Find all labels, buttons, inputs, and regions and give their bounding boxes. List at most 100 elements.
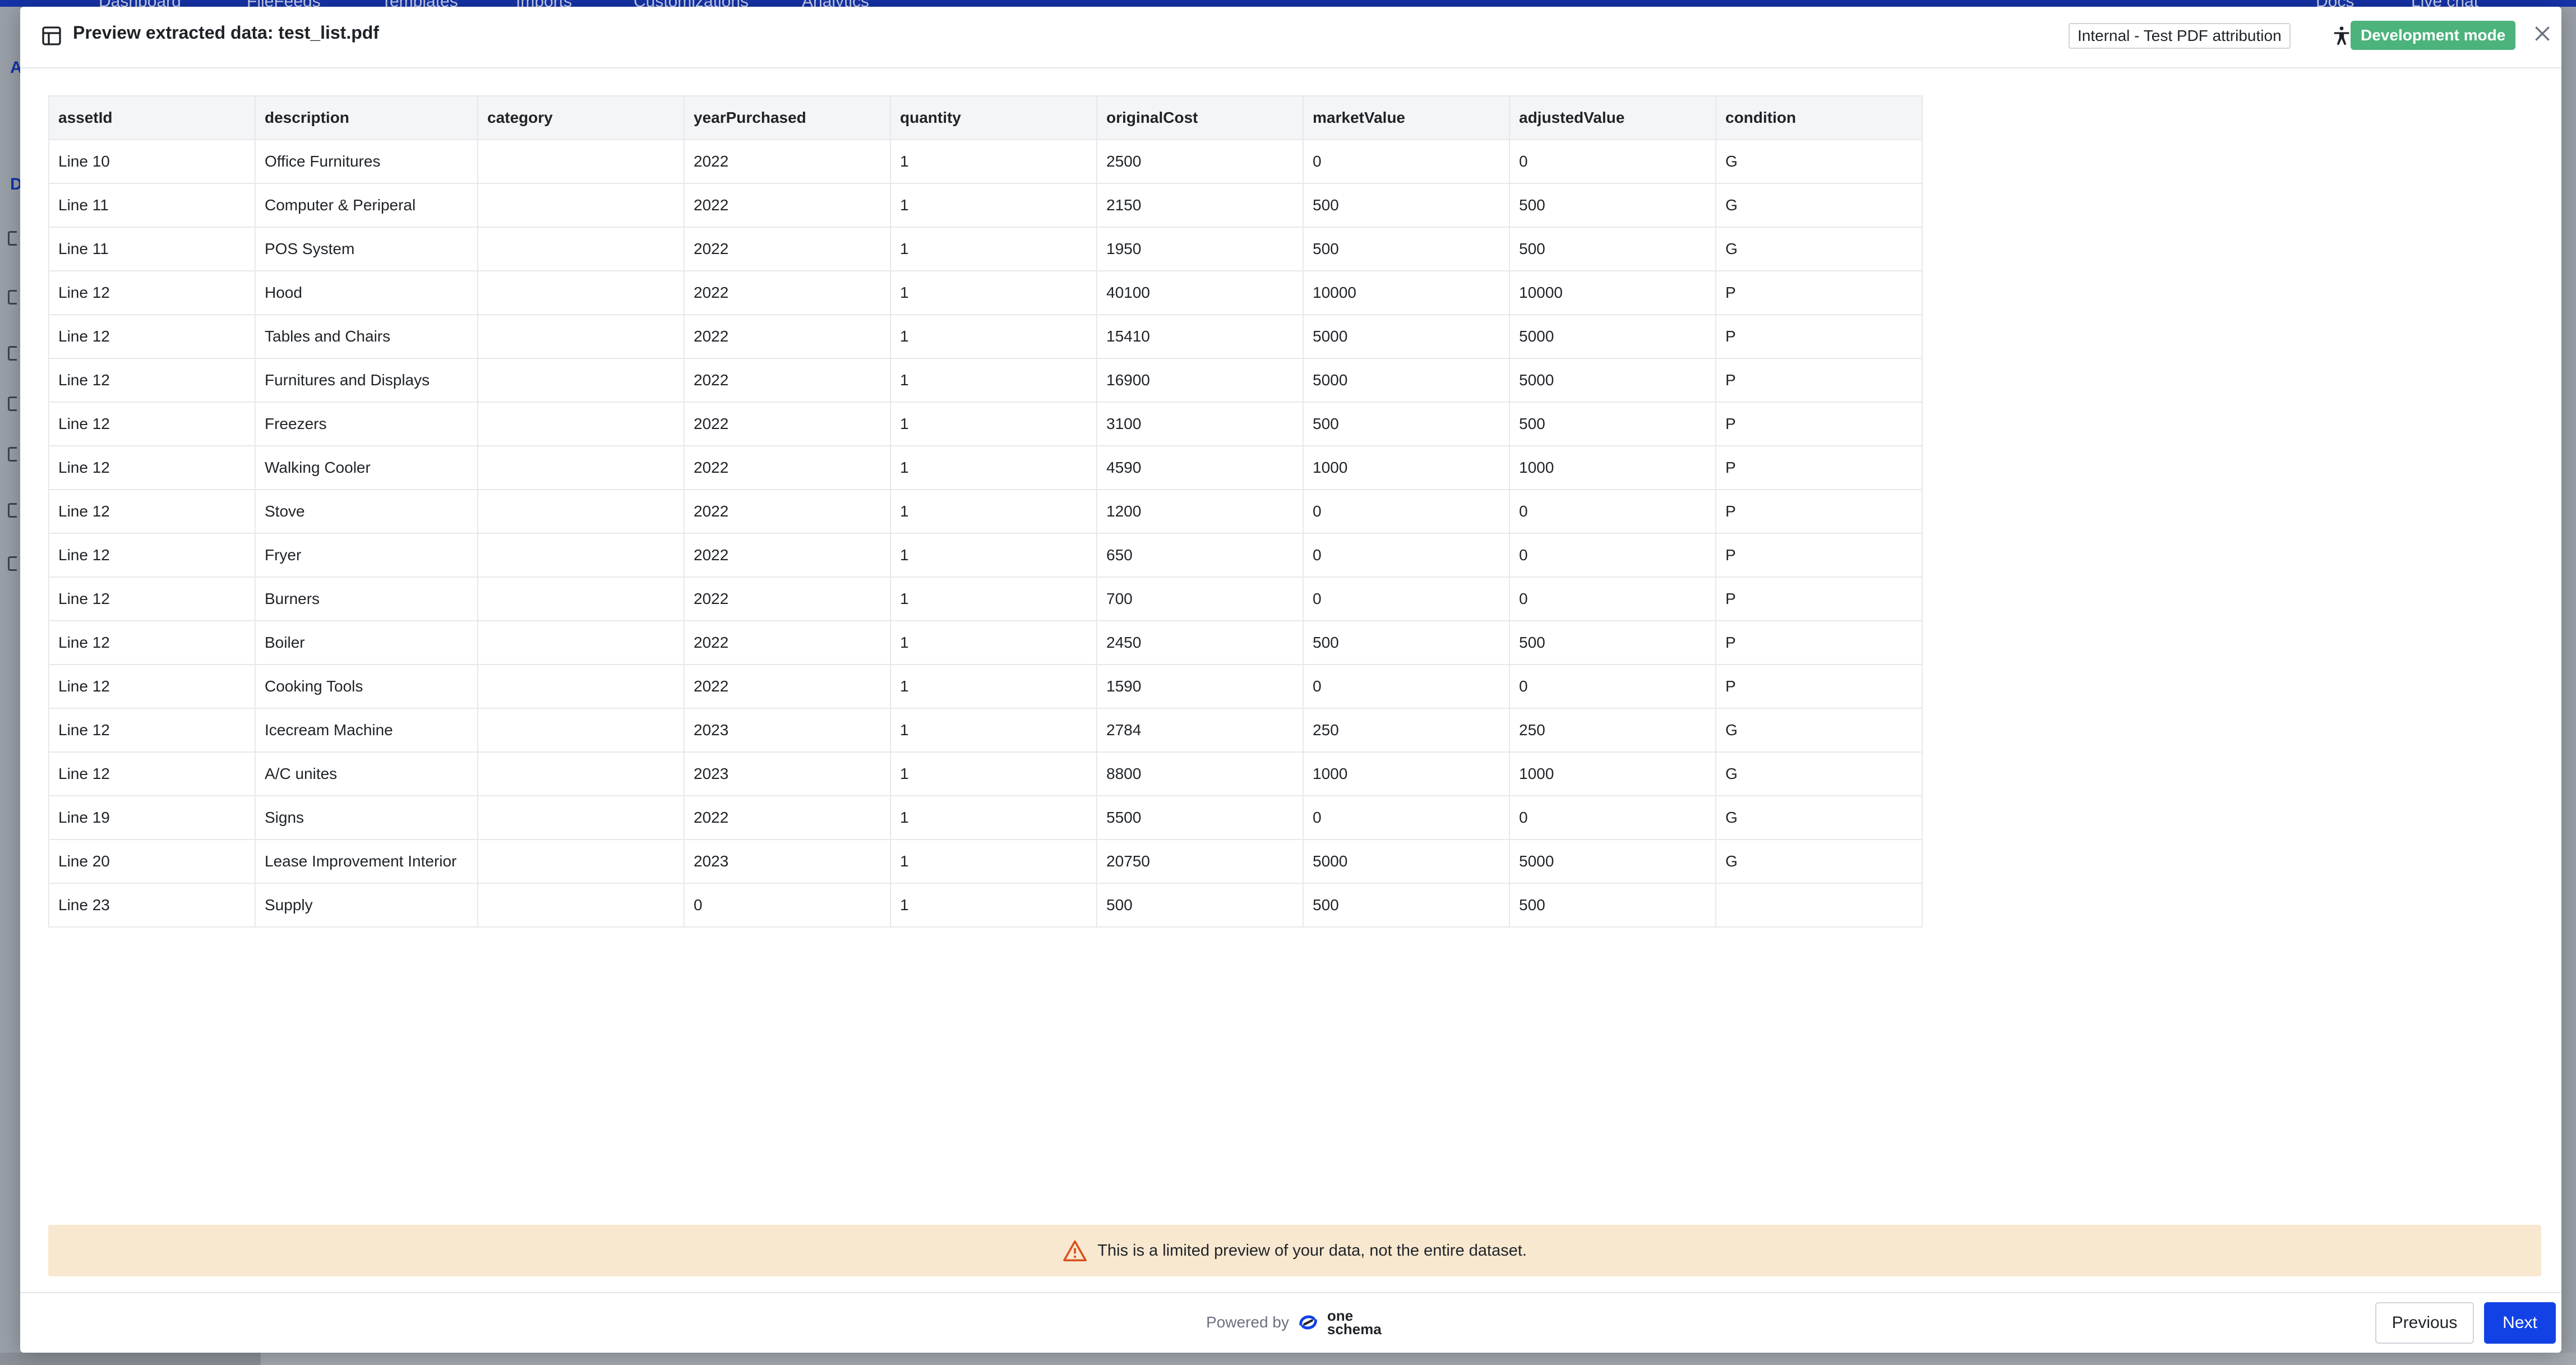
table-row: Line 10 Office Furnitures 2022 1 2500 0 0 G [48, 139, 1923, 184]
table-cell-assetId: Line 11 [48, 183, 256, 228]
table-row: Line 12 Furnitures and Displays 2022 1 16900… [48, 358, 1923, 403]
table-cell-marketValue: 500 [1303, 227, 1510, 271]
table-row: Line 12 Freezers 2022 1 3100 500 500 P [48, 402, 1923, 446]
table-cell-description: Walking Cooler [255, 445, 478, 490]
table-cell-marketValue: 10000 [1303, 270, 1510, 315]
table-cell-yearPurchased: 2022 [684, 314, 891, 359]
table-row: Line 12 Boiler 2022 1 2450 500 500 P [48, 620, 1923, 665]
table-cell-marketValue: 250 [1303, 708, 1510, 753]
table-cell-description: Tables and Chairs [255, 314, 478, 359]
table-cell-originalCost: 500 [1096, 883, 1304, 928]
table-header-row: assetId description category yearPurchased q… [48, 95, 1923, 140]
table-body: Line 10 Office Furnitures 2022 1 2500 0 0 G Line… [48, 139, 1923, 928]
table-cell-quantity: 1 [890, 795, 1097, 840]
table-cell-category [477, 358, 685, 403]
table-cell-quantity: 1 [890, 402, 1097, 446]
table-cell-marketValue: 500 [1303, 620, 1510, 665]
background-nav-item: Customizations [634, 0, 749, 7]
close-icon[interactable] [2531, 22, 2554, 45]
table-cell-category [477, 227, 685, 271]
table-cell-yearPurchased: 2022 [684, 577, 891, 621]
table-cell-category [477, 751, 685, 796]
column-header-assetId: assetId [48, 95, 256, 140]
table-cell-description: Signs [255, 795, 478, 840]
table-cell-quantity: 1 [890, 883, 1097, 928]
preview-table: assetId description category yearPurchased q… [48, 95, 1923, 928]
table-cell-description: Office Furnitures [255, 139, 478, 184]
table-row: Line 12 Tables and Chairs 2022 1 15410 5000 50… [48, 314, 1923, 359]
table-cell-yearPurchased: 2022 [684, 620, 891, 665]
table-cell-description: Computer & Periperal [255, 183, 478, 228]
development-mode-badge: Development mode [2351, 21, 2516, 50]
table-cell-category [477, 708, 685, 753]
background-nav-item: Analytics [802, 0, 869, 7]
table-cell-originalCost: 40100 [1096, 270, 1304, 315]
table-cell-quantity: 1 [890, 358, 1097, 403]
table-cell-category [477, 402, 685, 446]
table-cell-condition: P [1715, 445, 1923, 490]
table-cell-originalCost: 8800 [1096, 751, 1304, 796]
table-cell-description: Icecream Machine [255, 708, 478, 753]
table-cell-marketValue: 0 [1303, 664, 1510, 709]
table-cell-yearPurchased: 2022 [684, 795, 891, 840]
table-cell-assetId: Line 11 [48, 227, 256, 271]
preview-table-container: assetId description category yearPurchased q… [48, 95, 1923, 928]
table-cell-condition: G [1715, 139, 1923, 184]
logo-text-line2: schema [1327, 1321, 1382, 1338]
preview-modal: Preview extracted data: test_list.pdf In… [20, 7, 2561, 1353]
background-sidebar-icon [8, 396, 17, 411]
table-cell-marketValue: 1000 [1303, 751, 1510, 796]
background-nav-item: Templates [381, 0, 458, 7]
background-nav-item: Dashboard [99, 0, 181, 7]
background-nav-item: Live chat [2411, 0, 2478, 7]
table-cell-category [477, 183, 685, 228]
table-cell-category [477, 314, 685, 359]
table-cell-originalCost: 2784 [1096, 708, 1304, 753]
table-cell-assetId: Line 12 [48, 489, 256, 534]
table-cell-description: A/C unites [255, 751, 478, 796]
table-cell-condition: P [1715, 620, 1923, 665]
table-cell-assetId: Line 12 [48, 270, 256, 315]
table-cell-marketValue: 0 [1303, 489, 1510, 534]
table-cell-assetId: Line 20 [48, 839, 256, 884]
table-cell-yearPurchased: 2022 [684, 402, 891, 446]
table-cell-yearPurchased: 2022 [684, 183, 891, 228]
background-nav-item: FileFeeds [247, 0, 321, 7]
table-cell-adjustedValue: 0 [1509, 533, 1716, 578]
table-cell-yearPurchased: 0 [684, 883, 891, 928]
modal-header: Preview extracted data: test_list.pdf In… [20, 7, 2561, 68]
table-cell-originalCost: 16900 [1096, 358, 1304, 403]
table-cell-description: Burners [255, 577, 478, 621]
table-row: Line 12 Stove 2022 1 1200 0 0 P [48, 489, 1923, 534]
table-cell-category [477, 795, 685, 840]
background-sidebar-icon [8, 556, 17, 571]
table-cell-category [477, 839, 685, 884]
table-cell-description: Lease Improvement Interior [255, 839, 478, 884]
table-cell-marketValue: 0 [1303, 577, 1510, 621]
table-row: Line 19 Signs 2022 1 5500 0 0 G [48, 795, 1923, 840]
table-cell-originalCost: 2150 [1096, 183, 1304, 228]
table-cell-condition: P [1715, 270, 1923, 315]
table-cell-condition: G [1715, 839, 1923, 884]
table-cell-originalCost: 2450 [1096, 620, 1304, 665]
table-cell-yearPurchased: 2022 [684, 227, 891, 271]
table-cell-description: POS System [255, 227, 478, 271]
table-cell-assetId: Line 12 [48, 577, 256, 621]
next-button[interactable]: Next [2484, 1302, 2556, 1344]
background-sidebar-icon [8, 231, 17, 246]
table-cell-condition: P [1715, 489, 1923, 534]
column-header-description: description [255, 95, 478, 140]
previous-button[interactable]: Previous [2375, 1302, 2474, 1344]
accessibility-icon[interactable] [2330, 25, 2353, 47]
table-cell-quantity: 1 [890, 314, 1097, 359]
table-cell-quantity: 1 [890, 489, 1097, 534]
column-header-originalCost: originalCost [1096, 95, 1304, 140]
table-cell-yearPurchased: 2022 [684, 533, 891, 578]
table-cell-category [477, 139, 685, 184]
table-cell-adjustedValue: 500 [1509, 183, 1716, 228]
table-cell-adjustedValue: 500 [1509, 402, 1716, 446]
table-cell-yearPurchased: 2023 [684, 708, 891, 753]
table-row: Line 12 A/C unites 2023 1 8800 1000 1000 G [48, 751, 1923, 796]
table-cell-quantity: 1 [890, 183, 1097, 228]
table-cell-assetId: Line 19 [48, 795, 256, 840]
